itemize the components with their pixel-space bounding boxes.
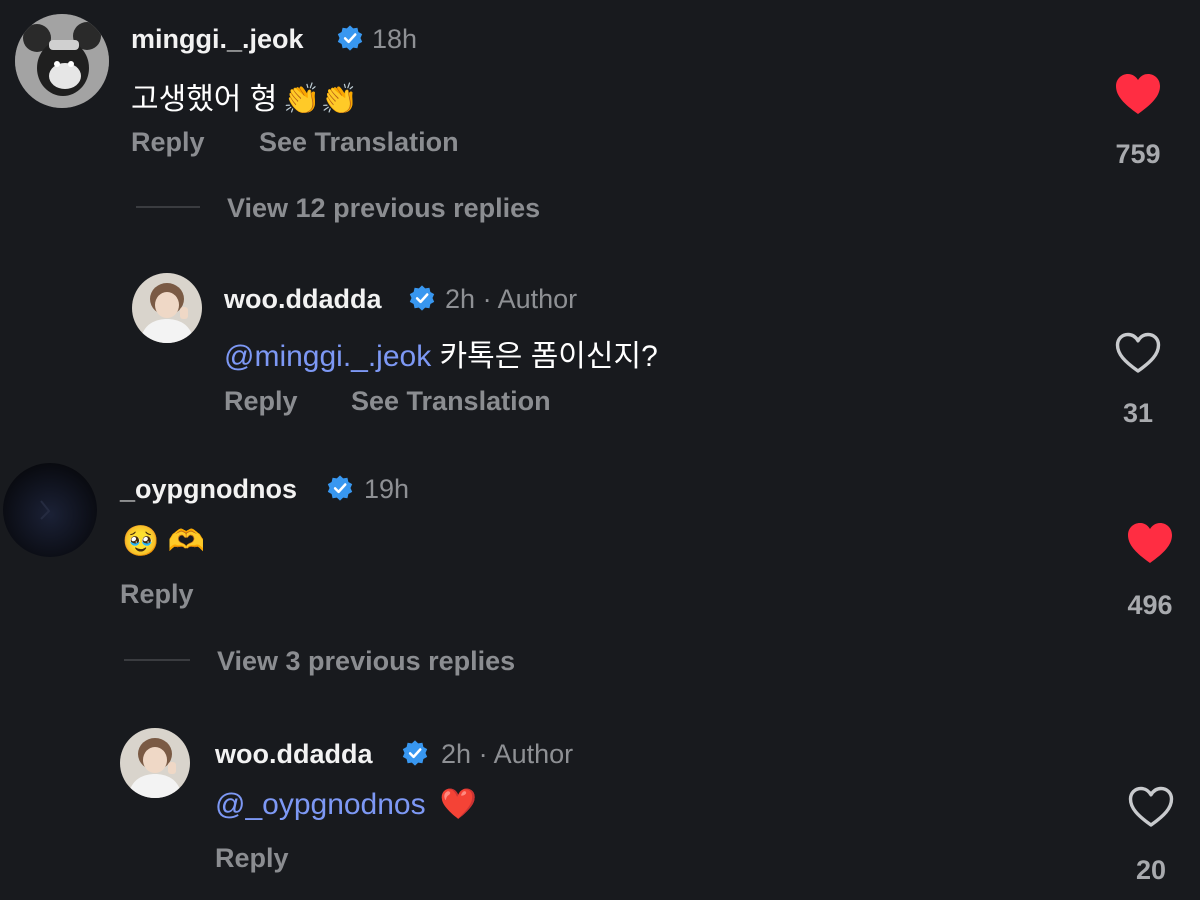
like-heart-outline-icon[interactable] bbox=[1114, 331, 1162, 375]
mention-link[interactable]: @_oypgnodnos bbox=[215, 788, 426, 821]
like-count: 20 bbox=[1135, 855, 1167, 885]
reply-button[interactable]: Reply bbox=[224, 386, 298, 417]
reply-button[interactable]: Reply bbox=[215, 843, 289, 874]
like-heart-outline-icon[interactable] bbox=[1127, 785, 1175, 829]
divider bbox=[124, 659, 190, 661]
comment-username[interactable]: _oypgnodnos bbox=[120, 474, 297, 505]
see-translation-button[interactable]: See Translation bbox=[259, 127, 459, 158]
avatar[interactable] bbox=[3, 463, 97, 557]
verified-badge-icon bbox=[336, 24, 364, 52]
like-count: 759 bbox=[1115, 139, 1161, 169]
view-previous-replies-button[interactable]: View 3 previous replies bbox=[217, 646, 515, 677]
red-heart-emoji: ❤️ bbox=[439, 788, 477, 821]
reply-username[interactable]: woo.ddadda bbox=[215, 739, 373, 770]
like-heart-filled-icon[interactable] bbox=[1114, 72, 1162, 116]
like-count: 496 bbox=[1127, 590, 1173, 620]
reply-button[interactable]: Reply bbox=[131, 127, 205, 158]
comment-time: 18h bbox=[372, 24, 418, 54]
reply-text: @_oypgnodnos ❤️ bbox=[215, 787, 477, 822]
reply-username[interactable]: woo.ddadda bbox=[224, 284, 382, 315]
verified-badge-icon bbox=[401, 739, 429, 767]
verified-badge-icon bbox=[326, 474, 354, 502]
like-count: 31 bbox=[1122, 398, 1154, 428]
reply-text: @minggi._.jeok 카톡은 폼이신지? bbox=[224, 340, 658, 373]
comment-username[interactable]: minggi._.jeok bbox=[131, 24, 304, 55]
verified-badge-icon bbox=[408, 284, 436, 312]
reply-meta: 2h · Author bbox=[441, 739, 574, 769]
mention-link[interactable]: @minggi._.jeok bbox=[224, 340, 431, 373]
avatar[interactable] bbox=[15, 14, 109, 108]
comment-text: 고생했어 형 👏👏 bbox=[131, 83, 359, 116]
see-translation-button[interactable]: See Translation bbox=[351, 386, 551, 417]
avatar[interactable] bbox=[132, 273, 202, 343]
reply-button[interactable]: Reply bbox=[120, 579, 194, 610]
divider bbox=[136, 206, 200, 208]
comment-time: 19h bbox=[364, 474, 410, 504]
clapping-hands-emoji: 👏👏 bbox=[283, 83, 359, 116]
view-previous-replies-button[interactable]: View 12 previous replies bbox=[227, 193, 540, 224]
comment-emoji: 🥹 🫶 bbox=[122, 525, 206, 558]
like-heart-filled-icon[interactable] bbox=[1126, 521, 1174, 565]
reply-meta: 2h · Author bbox=[445, 284, 578, 314]
avatar[interactable] bbox=[120, 728, 190, 798]
